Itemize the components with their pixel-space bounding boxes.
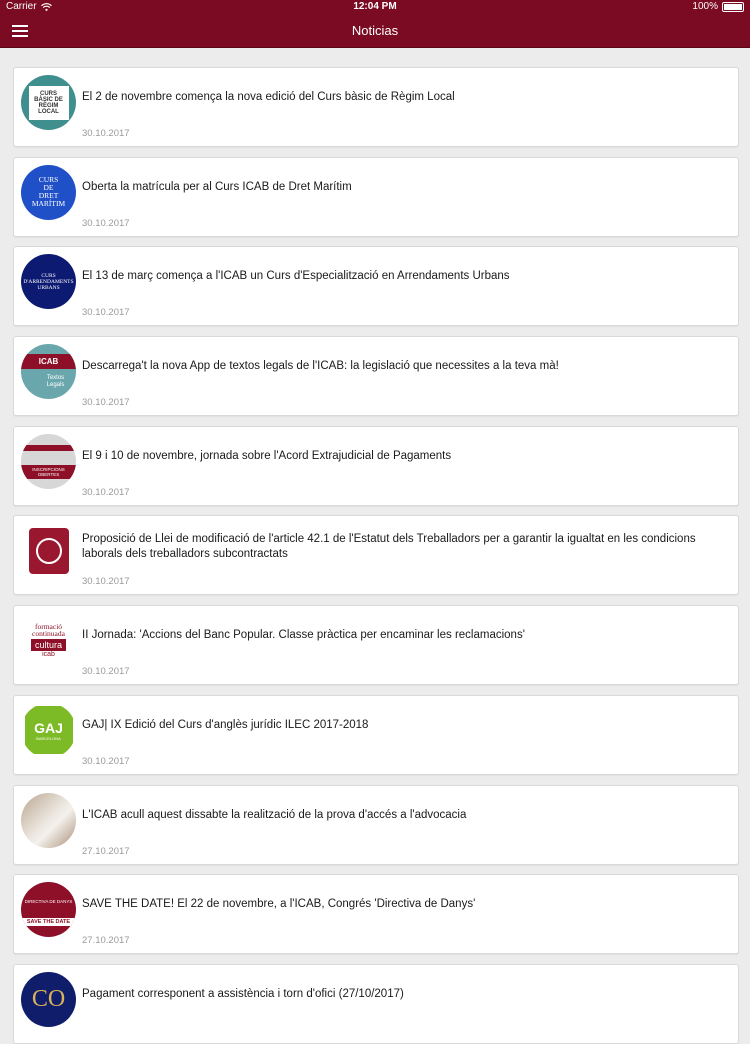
status-bar: Carrier 12:04 PM 100% xyxy=(0,0,750,14)
news-date: 30.10.2017 xyxy=(82,576,130,588)
news-thumbnail: DIRECTIVA DE DANYS SAVE THE DATE xyxy=(21,882,76,938)
news-thumbnail: CURS DE DRET MARÍTIM xyxy=(21,164,76,220)
news-date: 27.10.2017 xyxy=(82,935,130,947)
news-title: II Jornada: 'Accions del Banc Popular. C… xyxy=(82,629,525,642)
news-date: 30.10.2017 xyxy=(82,755,130,767)
thumbnail-text: formació continuada xyxy=(32,622,65,639)
thumbnail-text: INSCRIPCIONS OBERTES xyxy=(21,464,76,479)
news-thumbnail xyxy=(21,792,76,848)
news-item[interactable]: Proposició de Llei de modificació de l'a… xyxy=(13,515,739,596)
news-date: 30.10.2017 xyxy=(82,486,130,498)
news-title: Proposició de Llei de modificació de l'a… xyxy=(82,533,696,561)
thumbnail-text: cultura xyxy=(30,639,66,652)
news-thumbnail: ICAB Textos Legals xyxy=(21,344,76,400)
news-thumbnail: INSCRIPCIONS OBERTES xyxy=(21,433,76,489)
thumbnail-text: SAVE THE DATE xyxy=(21,918,76,927)
news-item[interactable]: INSCRIPCIONS OBERTES El 9 i 10 de novemb… xyxy=(13,425,739,506)
thumbnail-text: icab xyxy=(42,651,55,659)
news-item[interactable]: CO Pagament corresponent a assistència i… xyxy=(13,963,739,1044)
news-thumbnail: CO xyxy=(21,971,76,1027)
news-title: GAJ| IX Edició del Curs d'anglès jurídic… xyxy=(82,718,369,731)
news-item[interactable]: L'ICAB acull aquest dissabte la realitza… xyxy=(13,784,739,865)
news-list: CURS BÀSIC DE RÈGIM LOCAL El 2 de novemb… xyxy=(0,48,750,1044)
battery-icon xyxy=(722,2,744,12)
news-title: L'ICAB acull aquest dissabte la realitza… xyxy=(82,808,467,821)
thumbnail-text: CO xyxy=(31,985,66,1012)
news-date: 30.10.2017 xyxy=(82,128,130,139)
seal-icon xyxy=(28,527,69,574)
news-title: SAVE THE DATE! El 22 de novembre, a l'IC… xyxy=(82,898,476,911)
thumbnail-text: CURS D'ARRENDAMENTS URBANS xyxy=(23,272,74,291)
battery-percent: 100% xyxy=(692,1,718,12)
thumbnail-text: CURS BÀSIC DE RÈGIM LOCAL xyxy=(34,90,63,115)
news-date: 30.10.2017 xyxy=(82,217,130,229)
news-date: 27.10.2017 xyxy=(82,845,130,857)
thumbnail-text: BARCELONA xyxy=(36,735,61,741)
status-right: 100% xyxy=(692,0,744,14)
thumbnail-text: CURS DE DRET MARÍTIM xyxy=(31,175,66,209)
news-item[interactable]: DIRECTIVA DE DANYS SAVE THE DATE SAVE TH… xyxy=(13,874,739,955)
news-thumbnail: GAJ BARCELONA xyxy=(21,702,76,758)
news-date: 30.10.2017 xyxy=(82,397,130,409)
thumbnail-text: ICAB xyxy=(21,354,76,370)
news-thumbnail: formació continuada cultura icab xyxy=(21,613,76,669)
news-title: Descarrega't la nova App de textos legal… xyxy=(82,360,559,373)
news-item[interactable]: CURS DE DRET MARÍTIM Oberta la matrícula… xyxy=(13,156,739,237)
news-item[interactable]: CURS D'ARRENDAMENTS URBANS El 13 de març… xyxy=(13,246,739,327)
news-thumbnail: CURS D'ARRENDAMENTS URBANS xyxy=(21,254,76,310)
news-item[interactable]: formació continuada cultura icab II Jorn… xyxy=(13,605,739,686)
news-item[interactable]: CURS BÀSIC DE RÈGIM LOCAL El 2 de novemb… xyxy=(13,67,739,147)
news-date: 30.10.2017 xyxy=(82,666,130,678)
news-title: Oberta la matrícula per al Curs ICAB de … xyxy=(82,180,352,193)
thumbnail-text: Textos Legals xyxy=(46,375,65,389)
thumbnail-text: GAJ xyxy=(34,719,63,736)
news-title: El 9 i 10 de novembre, jornada sobre l'A… xyxy=(82,449,452,462)
news-thumbnail: CURS BÀSIC DE RÈGIM LOCAL xyxy=(21,75,76,130)
hamburger-menu-icon[interactable] xyxy=(12,22,28,38)
news-item[interactable]: ICAB Textos Legals Descarrega't la nova … xyxy=(13,336,739,417)
status-time: 12:04 PM xyxy=(353,1,397,12)
news-item[interactable]: GAJ BARCELONA GAJ| IX Edició del Curs d'… xyxy=(13,694,739,775)
news-thumbnail xyxy=(21,523,76,579)
news-date: 30.10.2017 xyxy=(82,307,130,319)
thumbnail-text: DIRECTIVA DE DANYS xyxy=(24,899,73,905)
page-title: Noticias xyxy=(351,23,399,38)
news-title: El 2 de novembre comença la nova edició … xyxy=(82,91,455,103)
news-title: El 13 de març comença a l'ICAB un Curs d… xyxy=(82,270,510,283)
nav-bar: Noticias xyxy=(0,14,750,48)
